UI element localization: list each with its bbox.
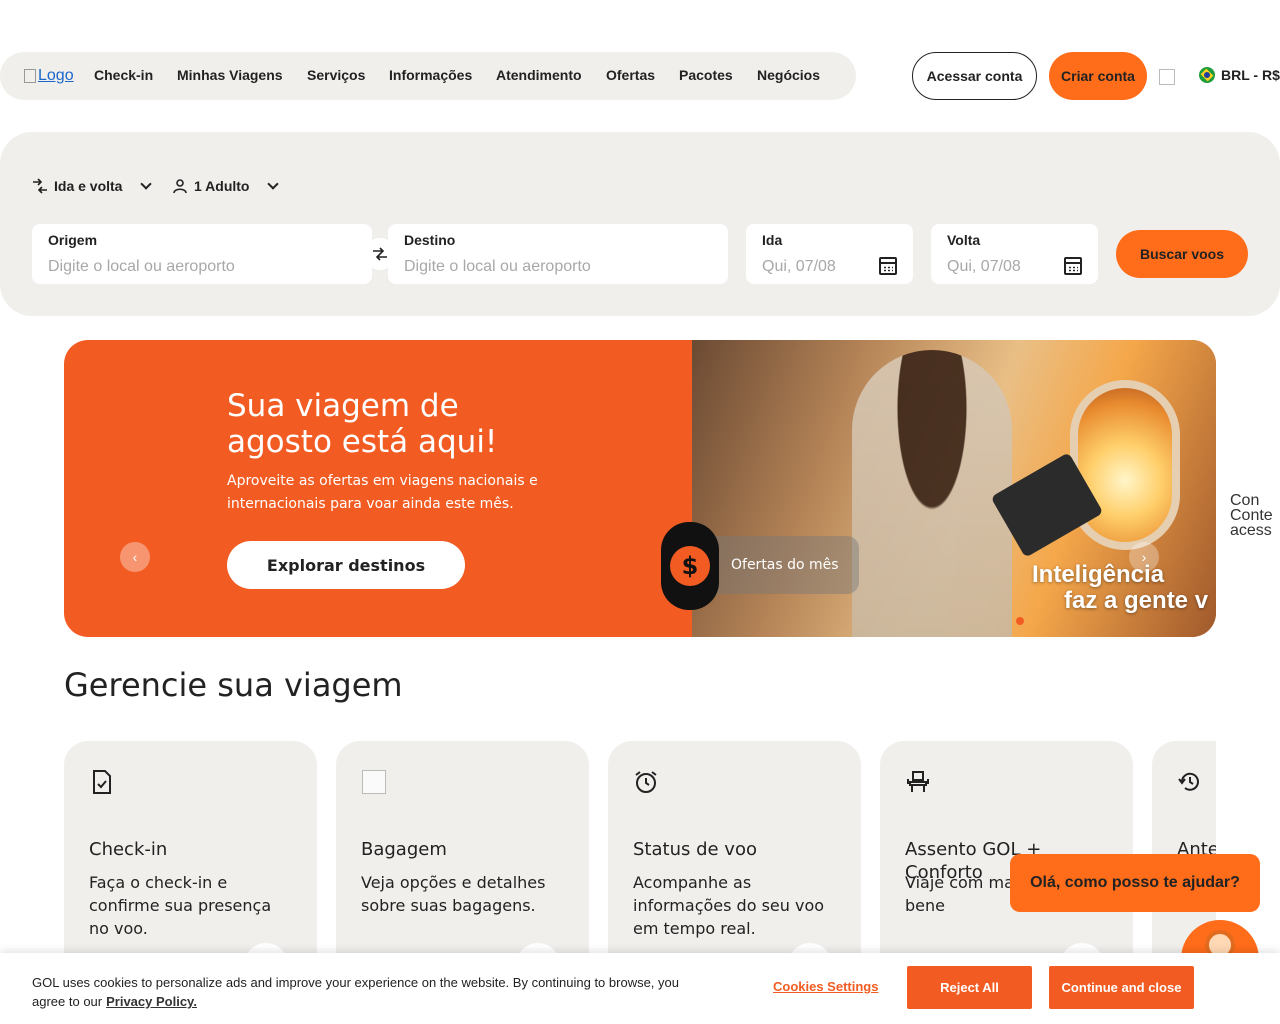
depart-input[interactable]: Qui, 07/08 <box>762 258 897 276</box>
card-desc: Veja opções e detalhes sobre suas bagage… <box>361 873 546 915</box>
nav-minhas-viagens[interactable]: Minhas Viagens <box>177 67 283 83</box>
manage-trip-title: Gerencie sua viagem <box>64 666 403 704</box>
privacy-policy-link[interactable]: Privacy Policy. <box>106 994 197 1009</box>
continue-close-button[interactable]: Continue and close <box>1049 966 1194 1009</box>
destination-field[interactable]: Destino Digite o local ou aeroporto <box>388 224 728 284</box>
currency-label: BRL - R$ <box>1221 67 1280 83</box>
card-desc: Acompanhe as informações do seu voo em t… <box>633 873 825 938</box>
brazil-flag-icon <box>1199 67 1215 83</box>
hero-overlay-text: Inteligência faz a gente v <box>1032 562 1208 614</box>
cookie-banner: GOL uses cookies to personalize ads and … <box>0 953 1280 1024</box>
trip-type-label: Ida e volta <box>54 178 123 194</box>
calendar-icon <box>1064 257 1082 275</box>
seat-icon <box>905 769 931 795</box>
chevron-down-icon <box>140 178 153 190</box>
chat-greeting-bubble[interactable]: Olá, como posso te ajudar? <box>1010 854 1260 912</box>
card-desc: Faça o check-in e confirme sua presença … <box>89 873 272 938</box>
return-input[interactable]: Qui, 07/08 <box>947 258 1082 276</box>
luggage-icon <box>361 769 387 795</box>
side-broken-image[interactable]: Con Conte acess <box>1230 493 1280 538</box>
alarm-clock-icon <box>633 769 659 795</box>
nav-pacotes[interactable]: Pacotes <box>679 67 733 83</box>
nav-negocios[interactable]: Negócios <box>757 67 820 83</box>
chevron-down-icon <box>267 178 280 190</box>
cookies-settings-link[interactable]: Cookies Settings <box>773 979 878 994</box>
calendar-icon <box>879 257 897 275</box>
carousel-next-button[interactable]: › <box>1129 542 1159 572</box>
carousel-dot[interactable] <box>1016 617 1024 625</box>
card-title: Check-in <box>89 839 168 860</box>
origin-field[interactable]: Origem Digite o local ou aeroporto <box>32 224 372 284</box>
swap-icon <box>373 247 387 261</box>
plane-swap-icon <box>33 178 47 194</box>
logo[interactable]: Logo <box>24 67 74 85</box>
nav-informacoes[interactable]: Informações <box>389 67 472 83</box>
origin-input[interactable]: Digite o local ou aeroporto <box>48 258 356 276</box>
trip-type-select[interactable]: Ida e volta <box>32 178 153 194</box>
hero-subtitle: Aproveite as ofertas em viagens nacionai… <box>227 473 538 512</box>
dollar-icon: $ <box>670 546 710 586</box>
nav-ofertas[interactable]: Ofertas <box>606 67 655 83</box>
nav-servicos[interactable]: Serviços <box>307 67 365 83</box>
destination-input[interactable]: Digite o local ou aeroporto <box>404 258 712 276</box>
return-label: Volta <box>947 232 981 248</box>
explore-destinations-button[interactable]: Explorar destinos <box>227 541 465 589</box>
hero-title: Sua viagem de agosto está aqui! <box>227 388 498 460</box>
hero-carousel: Inteligência faz a gente v Sua viagem de… <box>64 340 1216 637</box>
document-check-icon <box>89 769 115 795</box>
reject-all-button[interactable]: Reject All <box>907 966 1032 1009</box>
history-icon <box>1177 769 1203 795</box>
monthly-offers-label: Ofertas do mês <box>731 557 839 573</box>
person-icon <box>173 179 187 194</box>
logo-alt-text: Logo <box>38 67 74 84</box>
passengers-select[interactable]: 1 Adulto <box>172 178 280 194</box>
cookie-text: GOL uses cookies to personalize ads and … <box>32 973 712 1011</box>
card-title: Bagagem <box>361 839 447 860</box>
depart-label: Ida <box>762 232 783 248</box>
origin-label: Origem <box>48 232 98 248</box>
search-flights-button[interactable]: Buscar voos <box>1116 230 1248 278</box>
signup-button[interactable]: Criar conta <box>1049 52 1147 100</box>
carousel-prev-button[interactable]: ‹ <box>120 542 150 572</box>
nav-atendimento[interactable]: Atendimento <box>496 67 582 83</box>
traveler-photo <box>852 350 1012 637</box>
broken-image-icon <box>24 69 36 83</box>
depart-date-field[interactable]: Ida Qui, 07/08 <box>746 224 913 284</box>
dollar-badge: $ <box>661 522 719 610</box>
nav-check-in[interactable]: Check-in <box>94 67 153 83</box>
monthly-offers-pill[interactable]: Ofertas do mês <box>704 536 859 594</box>
card-title: Status de voo <box>633 839 757 860</box>
overlay-line-2: faz a gente v <box>1064 587 1209 614</box>
currency-selector[interactable]: BRL - R$ <box>1199 67 1280 83</box>
return-date-field[interactable]: Volta Qui, 07/08 <box>931 224 1098 284</box>
airplane-window <box>1070 380 1180 550</box>
passengers-label: 1 Adulto <box>194 178 250 194</box>
destination-label: Destino <box>404 232 456 248</box>
login-button[interactable]: Acessar conta <box>912 52 1037 100</box>
carousel-dots <box>1016 617 1024 625</box>
broken-image-icon <box>362 770 386 794</box>
accessibility-image[interactable] <box>1159 69 1175 85</box>
